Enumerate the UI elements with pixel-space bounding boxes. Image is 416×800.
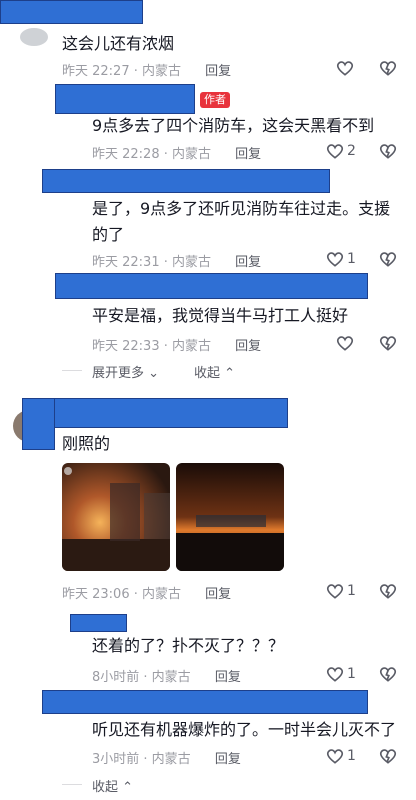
comment-time-location: 3小时前 · 内蒙古: [92, 752, 191, 767]
comment-time-location: 昨天 22:27 · 内蒙古: [62, 64, 181, 79]
redacted-username: [42, 690, 368, 714]
like-count: 1: [347, 666, 356, 682]
redacted-username: [70, 614, 127, 632]
divider: [62, 370, 82, 371]
like-count: 1: [347, 251, 356, 267]
expand-more-button[interactable]: 展开更多 ⌄: [92, 362, 159, 381]
dislike-icon[interactable]: [378, 746, 398, 766]
comment-time-location: 昨天 22:33 · 内蒙古: [92, 339, 211, 354]
dislike-icon[interactable]: [378, 333, 398, 353]
chevron-up-icon: ⌃: [224, 366, 236, 381]
comment-text: 听见还有机器爆炸的了。一时半会儿灭不了: [92, 720, 397, 739]
redacted-username: [0, 0, 143, 24]
reply-button[interactable]: 回复: [235, 255, 261, 270]
heart-icon[interactable]: [325, 746, 345, 766]
comment-meta: 8小时前 · 内蒙古 回复: [92, 666, 241, 685]
comment-text-line2: 的了: [92, 225, 125, 244]
dislike-icon[interactable]: [378, 141, 398, 161]
like-count: 1: [347, 583, 356, 599]
comment-text: 9点多去了四个消防车，这会天黑看不到: [92, 116, 375, 135]
dislike-icon[interactable]: [378, 249, 398, 269]
reply-button[interactable]: 回复: [235, 147, 261, 162]
comment-meta: 昨天 22:27 · 内蒙古 回复: [62, 60, 231, 79]
collapse-button[interactable]: 收起 ⌃: [92, 776, 133, 795]
redacted-username: [22, 398, 288, 428]
heart-icon[interactable]: [325, 581, 345, 601]
redacted-username: [22, 398, 55, 450]
photo-fire-1[interactable]: [62, 463, 170, 571]
comment-meta: 昨天 22:31 · 内蒙古 回复: [92, 251, 261, 270]
redacted-username: [42, 169, 330, 193]
chevron-down-icon: ⌄: [148, 366, 160, 381]
like-count: 1: [347, 748, 356, 764]
expand-more-label: 展开更多: [92, 366, 145, 381]
comment-time-location: 昨天 22:31 · 内蒙古: [92, 255, 211, 270]
collapse-button[interactable]: 收起 ⌃: [194, 362, 235, 381]
chevron-up-icon: ⌃: [122, 780, 134, 795]
comment-time-location: 昨天 22:28 · 内蒙古: [92, 147, 211, 162]
comment-meta: 3小时前 · 内蒙古 回复: [92, 748, 241, 767]
author-badge: 作者: [200, 92, 230, 108]
heart-icon[interactable]: [325, 664, 345, 684]
comment-text: 还着的了？扑不灭了？？？: [92, 636, 285, 655]
redacted-username: [55, 84, 195, 114]
dislike-icon[interactable]: [378, 58, 398, 78]
comment-meta: 昨天 22:28 · 内蒙古 回复: [92, 143, 261, 162]
comment-meta: 昨天 22:33 · 内蒙古 回复: [92, 335, 261, 354]
reply-button[interactable]: 回复: [235, 339, 261, 354]
comment-time-location: 昨天 23:06 · 内蒙古: [62, 587, 181, 602]
heart-icon[interactable]: [325, 141, 345, 161]
dislike-icon[interactable]: [378, 664, 398, 684]
divider: [62, 784, 82, 785]
comment-text: 刚照的: [62, 434, 111, 453]
reply-button[interactable]: 回复: [205, 64, 231, 79]
comment-text: 这会儿还有浓烟: [62, 34, 175, 53]
comment-text-line1: 是了，9点多了还听见消防车往过走。支援: [92, 199, 391, 218]
heart-icon[interactable]: [325, 249, 345, 269]
reply-button[interactable]: 回复: [215, 752, 241, 767]
collapse-label: 收起: [194, 366, 221, 381]
redacted-username: [55, 273, 368, 299]
reply-button[interactable]: 回复: [215, 670, 241, 685]
heart-icon[interactable]: [335, 58, 355, 78]
reply-button[interactable]: 回复: [205, 587, 231, 602]
dislike-icon[interactable]: [378, 581, 398, 601]
collapse-label: 收起: [92, 780, 119, 795]
comment-meta: 昨天 23:06 · 内蒙古 回复: [62, 583, 231, 602]
comment-time-location: 8小时前 · 内蒙古: [92, 670, 191, 685]
comment-text: 平安是福，我觉得当牛马打工人挺好: [92, 306, 349, 325]
like-count: 2: [347, 143, 356, 159]
heart-icon[interactable]: [335, 333, 355, 353]
avatar[interactable]: [20, 28, 48, 46]
photo-fire-2[interactable]: [176, 463, 284, 571]
